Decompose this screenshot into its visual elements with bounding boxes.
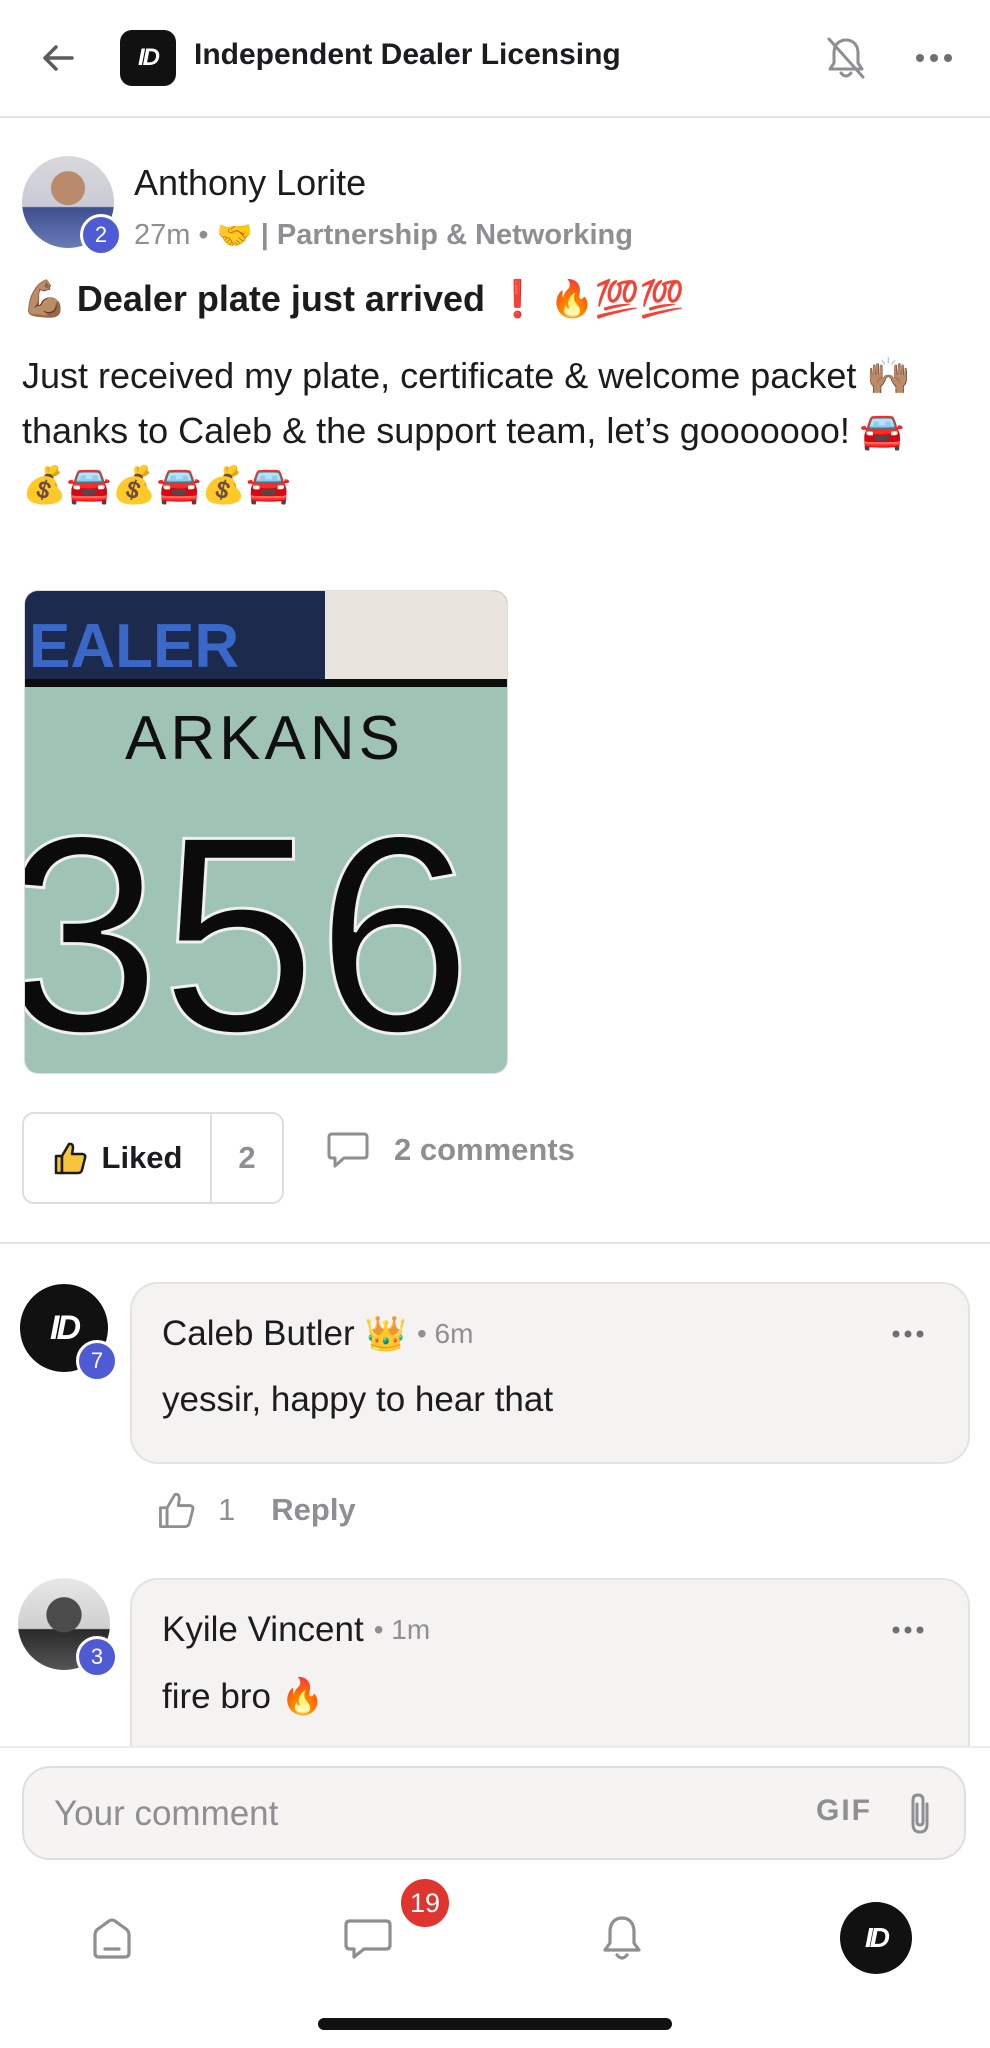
- comment-time: • 6m: [416, 1318, 474, 1349]
- paperclip-icon: [911, 1793, 929, 1834]
- comments-count-label: 2 comments: [394, 1132, 575, 1167]
- chat-icon: [344, 1919, 392, 1959]
- post-author-avatar[interactable]: 2: [22, 156, 122, 256]
- comment-header: Kyile Vincent • 1m: [162, 1610, 430, 1650]
- post-body-line: Just received my plate, certificate & we…: [22, 355, 912, 396]
- level-badge: 2: [80, 214, 122, 256]
- license-plate-photo: EALER ARKANS 356: [25, 591, 507, 1074]
- post-meta: 27m • 🤝 | Partnership & Networking: [134, 218, 633, 253]
- like-button[interactable]: Liked: [24, 1114, 212, 1202]
- community-logo[interactable]: ID: [120, 30, 176, 86]
- more-horizontal-icon: [916, 54, 952, 62]
- comment-more-button[interactable]: [884, 1314, 932, 1354]
- post-body: Just received my plate, certificate & we…: [22, 348, 962, 513]
- likes-count[interactable]: 2: [212, 1114, 282, 1202]
- post-title: 💪🏽 Dealer plate just arrived ❗️ 🔥💯💯: [22, 278, 685, 319]
- like-button-label: Liked: [101, 1140, 183, 1175]
- more-horizontal-icon: [892, 1626, 924, 1634]
- post-time: 27m: [134, 219, 191, 251]
- comment-header: Caleb Butler 👑 • 6m: [162, 1314, 473, 1354]
- comment-text: yessir, happy to hear that: [162, 1380, 554, 1419]
- comment-input[interactable]: [54, 1788, 754, 1840]
- post-image-dealer-plate[interactable]: EALER ARKANS 356: [24, 590, 508, 1074]
- post-category[interactable]: | Partnership & Networking: [261, 219, 633, 252]
- bell-icon: [603, 1916, 641, 1960]
- gif-button[interactable]: GIF: [816, 1794, 872, 1828]
- bell-off-icon: [827, 37, 865, 79]
- more-horizontal-icon: [892, 1330, 924, 1338]
- post-body-line: thanks to Caleb & the support team, let’…: [22, 410, 905, 451]
- level-badge: 7: [76, 1340, 118, 1382]
- crown-icon: 👑: [364, 1314, 407, 1354]
- plate-state-text: ARKANS: [125, 704, 404, 773]
- tab-messages[interactable]: [328, 1898, 408, 1978]
- community-title[interactable]: Independent Dealer Licensing: [194, 38, 621, 72]
- comment-author-avatar[interactable]: ID 7: [18, 1282, 118, 1382]
- comments-link[interactable]: 2 comments: [326, 1130, 575, 1170]
- thumbs-up-icon: [54, 1142, 87, 1175]
- mute-notifications-button[interactable]: [818, 30, 874, 86]
- comment-author-name[interactable]: Kyile Vincent: [162, 1610, 364, 1650]
- profile-avatar: ID: [840, 1902, 912, 1974]
- messages-badge: 19: [398, 1876, 452, 1930]
- tab-home[interactable]: [72, 1898, 152, 1978]
- like-control: Liked 2: [22, 1112, 284, 1204]
- comment-bubble-icon: [327, 1132, 369, 1168]
- handshake-icon: 🤝: [216, 218, 253, 252]
- attach-button[interactable]: [894, 1786, 946, 1842]
- back-button[interactable]: [30, 30, 86, 86]
- comment-like-count: 1: [218, 1492, 236, 1527]
- divider: [0, 1242, 990, 1244]
- home-icon: [93, 1918, 131, 1959]
- reply-button[interactable]: Reply: [271, 1492, 355, 1528]
- comment-composer: GIF: [22, 1766, 966, 1860]
- post-body-line: 💰🚘💰🚘💰🚘: [22, 465, 291, 506]
- back-arrow-icon: [43, 45, 74, 71]
- tab-profile[interactable]: ID: [836, 1898, 916, 1978]
- meta-separator: •: [198, 219, 209, 251]
- top-app-bar: ID Independent Dealer Licensing: [0, 0, 990, 118]
- comment-more-button[interactable]: [884, 1610, 932, 1650]
- comment-time: • 1m: [373, 1614, 431, 1645]
- level-badge: 3: [76, 1636, 118, 1678]
- comment-text: fire bro 🔥: [162, 1677, 325, 1716]
- plate-dealer-text: EALER: [29, 612, 239, 681]
- comment-actions: 1 Reply: [156, 1490, 356, 1530]
- thumbs-up-outline-icon[interactable]: [156, 1490, 196, 1530]
- more-options-button[interactable]: [906, 30, 962, 86]
- plate-number-text: 356: [25, 779, 472, 1074]
- comment-author-name[interactable]: Caleb Butler: [162, 1314, 355, 1354]
- comment-bubble: Caleb Butler 👑 • 6m yessir, happy to hea…: [130, 1282, 970, 1464]
- home-indicator: [318, 2018, 672, 2030]
- post-author-name[interactable]: Anthony Lorite: [134, 162, 366, 204]
- comment-author-avatar[interactable]: 3: [18, 1578, 118, 1678]
- tab-notifications[interactable]: [582, 1898, 662, 1978]
